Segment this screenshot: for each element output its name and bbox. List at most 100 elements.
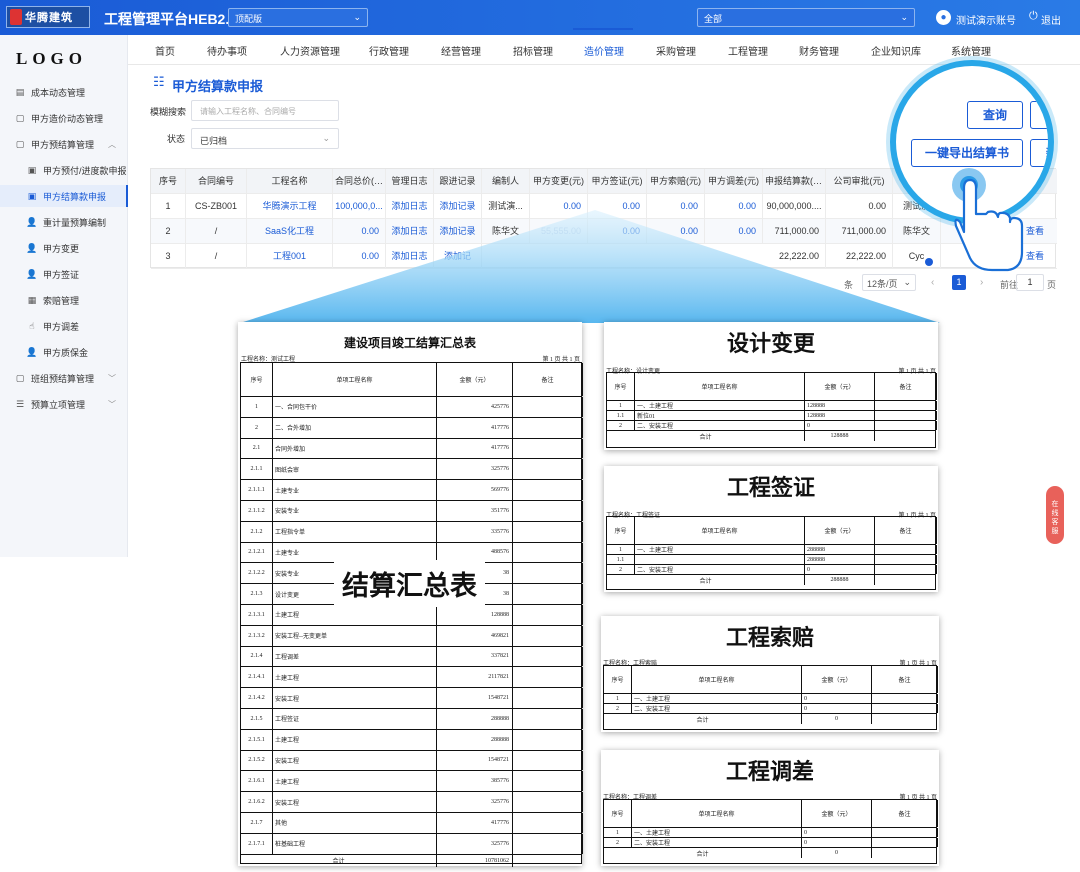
column-header: 管理日志 [386, 169, 434, 194]
doc-column-header: 序号 [604, 800, 632, 827]
tab-home[interactable]: 首页 [155, 43, 175, 58]
sidebar-item-cost-dynamics[interactable]: ▤ 成本动态管理 [0, 81, 128, 103]
column-header: 序号 [151, 169, 186, 194]
new-button[interactable]: 新 [1030, 139, 1048, 167]
doc-row: 2.1.6.2 安装工程 325776 [241, 792, 583, 813]
sidebar-item-prepay[interactable]: ▣ 甲方预付/进度款申报 [0, 159, 128, 181]
tab-knowledge[interactable]: 企业知识库 [871, 43, 921, 58]
doc-row-note [513, 750, 583, 771]
doc-row-index: 2.1.5 [241, 709, 273, 729]
tab-todo[interactable]: 待办事项 [207, 43, 247, 58]
user-name[interactable]: 测试演示账号 [956, 12, 1016, 27]
doc-grid: 序号 单项工程名称 金额（元） 备注 1 一、土建工程 128888 1.1 新位01 12888… [606, 372, 937, 448]
column-header: 合同总价(元) [333, 169, 386, 194]
doc-column-header: 备注 [872, 666, 938, 693]
doc-row-note [513, 667, 583, 688]
org-select[interactable]: 全部 ⌄ [697, 8, 915, 27]
doc-row-note [513, 563, 583, 584]
tab-procurement[interactable]: 采购管理 [656, 43, 696, 58]
doc-row: 1.1 288888 [607, 555, 937, 565]
tab-cost[interactable]: 造价管理 [584, 43, 624, 58]
logout-button[interactable]: 退出 [1041, 12, 1061, 27]
doc-row-note [513, 417, 583, 438]
sidebar-item-remeasure[interactable]: 👤 重计量预算编制 [0, 211, 128, 233]
list-icon: ☰ [15, 398, 25, 409]
tab-engineering[interactable]: 工程管理 [728, 43, 768, 58]
row-index: 2 [151, 219, 186, 244]
doc-header-row: 序号 单项工程名称 金额（元） 备注 [607, 517, 937, 545]
doc-row-note [875, 545, 937, 554]
tab-bidding[interactable]: 招标管理 [513, 43, 553, 58]
partial-button[interactable] [1030, 101, 1048, 129]
doc-row-note [513, 833, 583, 854]
sidebar-item-team-settlement[interactable]: ▢ 班组预结算管理 ﹀ [0, 367, 128, 389]
doc-row: 2.1.3.2 安装工程--无变更单 469821 [241, 625, 583, 647]
doc-row-index: 1.1 [607, 411, 635, 420]
user-icon: 👤 [26, 242, 38, 253]
highlight-beam [240, 210, 940, 323]
sidebar-item-client-cost[interactable]: ▢ 甲方造价动态管理 [0, 107, 128, 129]
summary-overlay-label: 结算汇总表 [334, 560, 485, 607]
user-avatar-icon[interactable]: ● [936, 10, 951, 25]
user-icon: 👤 [26, 346, 38, 357]
chevron-down-icon: ﹀ [108, 373, 116, 383]
doc-header-row: 序号 单项工程名称 金额（元） 备注 [607, 373, 937, 401]
status-select[interactable]: 已归档 ⌄ [191, 128, 339, 149]
doc-row: 2.1.5 工程签证 288888 [241, 709, 583, 730]
version-select[interactable]: 顶配版 ⌄ [228, 8, 368, 27]
doc-row-name: 二、安装工程 [632, 704, 802, 713]
doc-row-note [513, 709, 583, 729]
doc-row-note [875, 411, 937, 420]
doc-row: 1 一、合同包干价 425776 [241, 397, 583, 418]
doc-row-name: 工程指令单 [273, 521, 437, 542]
doc-row-name: 安装工程 [273, 688, 437, 708]
doc-row: 2.1.5.2 安装工程 1548721 [241, 750, 583, 772]
doc-row-index: 2.1.2 [241, 521, 273, 542]
doc-row: 1 一、土建工程 0 [604, 828, 938, 838]
power-icon[interactable]: ⏻ [1029, 10, 1038, 23]
doc-row-name: 其他 [273, 813, 437, 833]
doc-title: 建设项目竣工结算汇总表 [343, 336, 476, 350]
search-input[interactable]: 请输入工程名称、合同编号 [191, 100, 339, 121]
doc-row-amount: 128888 [437, 605, 513, 625]
sidebar-item-budget-project[interactable]: ☰ 预算立项管理 ﹀ [0, 393, 128, 415]
doc-row: 2.1.7 其他 417776 [241, 813, 583, 834]
doc-row-name: 二、安装工程 [635, 421, 805, 430]
sidebar-item-price-adjust[interactable]: ☝ 甲方调差 [0, 315, 128, 337]
sidebar-item-client-visa[interactable]: 👤 甲方签证 [0, 263, 128, 285]
doc-row-amount: 335776 [437, 521, 513, 542]
doc-total-value: 288888 [805, 575, 875, 585]
sidebar-item-client-change[interactable]: 👤 甲方变更 [0, 237, 128, 259]
doc-row-amount: 325776 [437, 792, 513, 812]
online-service-button[interactable]: 在线客服 [1046, 486, 1064, 544]
doc-row-name: 土建专业 [273, 480, 437, 500]
doc-row-index: 1 [607, 545, 635, 554]
doc-row-index: 2.1.6.1 [241, 771, 273, 792]
sidebar-item-warranty[interactable]: 👤 甲方质保金 [0, 341, 128, 363]
tab-system[interactable]: 系统管理 [951, 43, 991, 58]
doc-total-value: 10781062 [437, 854, 513, 867]
sidebar-item-claims[interactable]: ▦ 索赔管理 [0, 289, 128, 311]
sidebar-item-client-settlement[interactable]: ▢ 甲方预结算管理 ︿ [0, 133, 128, 155]
doc-row-amount: 0 [802, 838, 872, 847]
doc-row-amount: 128888 [805, 411, 875, 420]
doc-column-header: 序号 [607, 373, 635, 400]
doc-total-value: 128888 [805, 431, 875, 441]
status-label: 状态 [167, 134, 186, 144]
query-button[interactable]: 查询 [967, 101, 1023, 129]
doc-column-header: 金额（元） [805, 373, 875, 400]
doc-row-amount: 1548721 [437, 750, 513, 771]
doc-row-note [513, 480, 583, 500]
sidebar-item-label: 班组预结算管理 [31, 373, 95, 384]
contract-number: / [186, 244, 247, 269]
tab-hr[interactable]: 人力资源管理 [280, 43, 340, 58]
tab-business[interactable]: 经营管理 [441, 43, 481, 58]
doc-row-amount: 417776 [437, 417, 513, 438]
tab-admin[interactable]: 行政管理 [369, 43, 409, 58]
sidebar-item-settlement-declare[interactable]: ▣ 甲方结算款申报 [0, 185, 128, 207]
row-index: 3 [151, 244, 186, 269]
doc-row-note [513, 625, 583, 646]
doc-row-name: 一、土建工程 [632, 828, 802, 837]
tab-finance[interactable]: 财务管理 [799, 43, 839, 58]
column-header: 合同编号 [186, 169, 247, 194]
